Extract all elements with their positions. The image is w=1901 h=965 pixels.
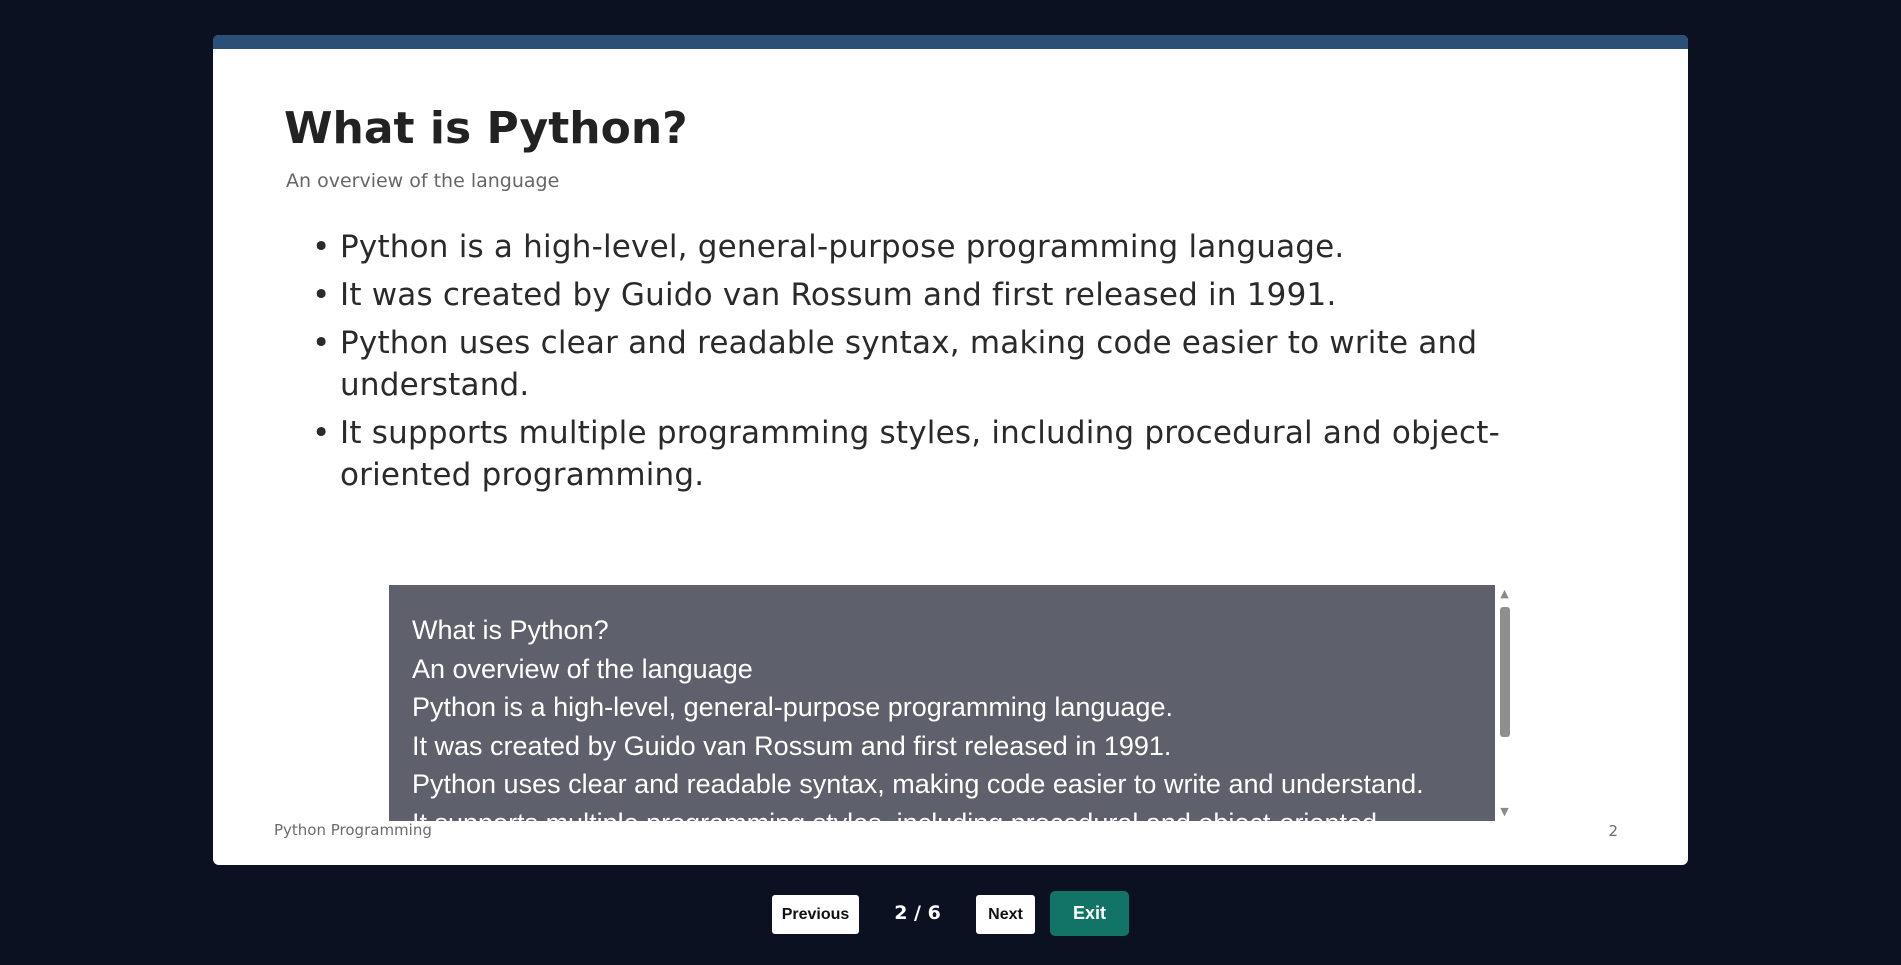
- caption-line: An overview of the language: [412, 653, 753, 684]
- caption-line: It supports multiple programming styles,…: [412, 804, 1495, 822]
- scroll-down-arrow-icon[interactable]: ▼: [1495, 805, 1514, 819]
- caption-line: What is Python?: [412, 615, 609, 645]
- scroll-thumb[interactable]: [1500, 607, 1510, 737]
- bullet-item: Python is a high-level, general-purpose …: [312, 226, 1590, 268]
- page-indicator: 2 / 6: [894, 902, 941, 924]
- presentation-controls: Previous 2 / 6 Next Exit: [0, 890, 1901, 938]
- caption-text-area[interactable]: What is Python? An overview of the langu…: [389, 585, 1495, 821]
- next-button[interactable]: Next: [976, 895, 1035, 934]
- bullet-list: Python is a high-level, general-purpose …: [284, 226, 1590, 502]
- bullet-item: It supports multiple programming styles,…: [312, 412, 1590, 496]
- slide-subtitle: An overview of the language: [286, 170, 560, 192]
- slide-title: What is Python?: [284, 103, 688, 154]
- caption-line: Python uses clear and readable syntax, m…: [412, 769, 1424, 799]
- caption-line: Python is a high-level, general-purpose …: [412, 692, 1173, 722]
- slide-number: 2: [1608, 822, 1618, 840]
- scroll-up-arrow-icon[interactable]: ▲: [1495, 587, 1514, 601]
- caption-scrollbar[interactable]: ▲ ▼: [1495, 585, 1514, 821]
- slide-accent-bar: [213, 35, 1688, 49]
- exit-button[interactable]: Exit: [1050, 891, 1129, 936]
- caption-panel[interactable]: What is Python? An overview of the langu…: [389, 585, 1514, 821]
- bullet-item: Python uses clear and readable syntax, m…: [312, 322, 1590, 406]
- slide: What is Python? An overview of the langu…: [213, 35, 1688, 865]
- caption-line: It was created by Guido van Rossum and f…: [412, 730, 1172, 761]
- previous-button[interactable]: Previous: [772, 895, 859, 934]
- bullet-item: It was created by Guido van Rossum and f…: [312, 274, 1590, 316]
- slide-footer-title: Python Programming: [274, 821, 432, 839]
